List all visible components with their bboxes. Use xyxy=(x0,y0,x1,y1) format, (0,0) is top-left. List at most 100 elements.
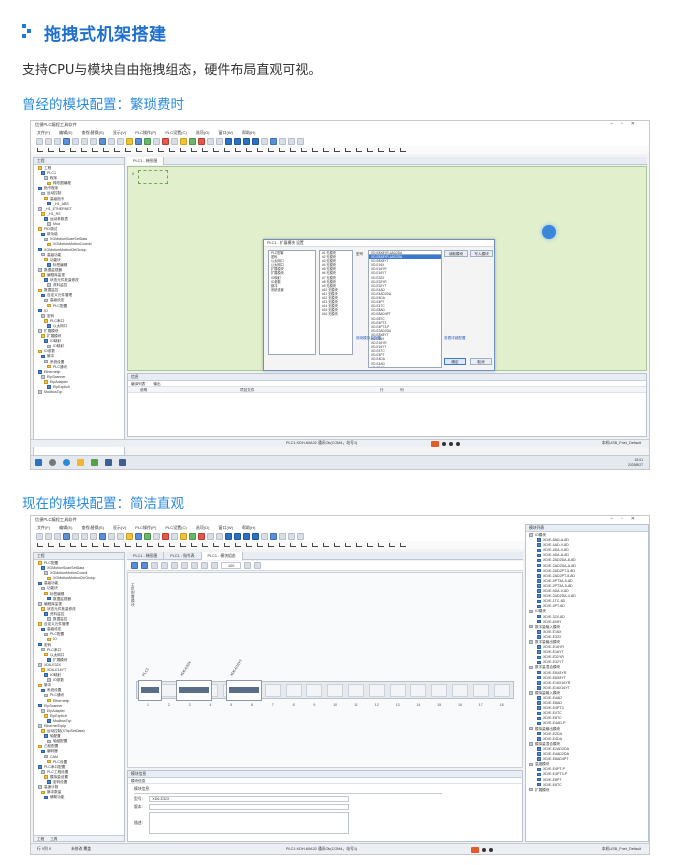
ime-icon[interactable] xyxy=(431,440,439,447)
toolbar-button-icon[interactable] xyxy=(189,137,196,145)
ladder-tool-icon[interactable] xyxy=(125,543,131,547)
ladder-tool-icon[interactable] xyxy=(103,148,109,152)
toolbar-button-icon[interactable] xyxy=(297,532,304,540)
ladder-tool-icon[interactable] xyxy=(147,148,153,152)
ladder-tool-icon[interactable] xyxy=(191,543,197,547)
copy-icon[interactable] xyxy=(151,562,158,569)
project-tree-item[interactable]: ModbusTcp xyxy=(38,390,124,395)
window-controls[interactable]: –▫✕ xyxy=(610,121,643,127)
rack-slot[interactable] xyxy=(452,684,468,697)
toolbar-button-icon[interactable] xyxy=(162,137,169,145)
editor-tab[interactable]: PLC1 - 梯形图 xyxy=(127,552,165,560)
menu-item[interactable]: 文件(F) xyxy=(37,130,50,136)
rack-canvas[interactable]: 主机配置模块 1 2 3 4 5 6 7 8 9 10 11 12 13 14 15 16 17 18 PLC1 X… xyxy=(127,572,523,768)
zoom-in-icon[interactable] xyxy=(201,562,208,569)
toolbar-button-icon[interactable] xyxy=(144,137,151,145)
rack-module[interactable] xyxy=(176,680,212,701)
ladder-tool-icon[interactable] xyxy=(158,543,164,547)
toolbar-button-icon[interactable] xyxy=(279,532,286,540)
ladder-tool-icon[interactable] xyxy=(246,148,252,152)
ladder-tool-icon[interactable] xyxy=(290,148,296,152)
ladder-tool-icon[interactable] xyxy=(345,543,351,547)
toolbar-button-icon[interactable] xyxy=(90,137,97,145)
redo-icon[interactable] xyxy=(191,562,198,569)
ladder-tool-icon[interactable] xyxy=(37,148,43,152)
ladder-tool-icon[interactable] xyxy=(345,148,351,152)
ladder-tool-icon[interactable] xyxy=(367,148,373,152)
toolbar-button-icon[interactable] xyxy=(207,532,214,540)
toolbar-button-icon[interactable] xyxy=(54,532,61,540)
ladder-tool-icon[interactable] xyxy=(257,148,263,152)
rack-slot[interactable] xyxy=(327,684,344,697)
ladder-tool-icon[interactable] xyxy=(180,543,186,547)
toolbar-button-icon[interactable] xyxy=(252,532,259,540)
info-tab[interactable]: 编译列表 xyxy=(131,381,145,386)
ladder-tool-icon[interactable] xyxy=(92,148,98,152)
menu-item[interactable]: 显示(V) xyxy=(113,525,126,531)
toolbar-button-icon[interactable] xyxy=(225,532,232,540)
props-version-field[interactable] xyxy=(149,804,350,810)
toolbar-button-icon[interactable] xyxy=(45,532,52,540)
ladder-tool-icon[interactable] xyxy=(301,543,307,547)
toolbar-button-icon[interactable] xyxy=(117,137,124,145)
ladder-tool-icon[interactable] xyxy=(301,148,307,152)
toolbar-button-icon[interactable] xyxy=(153,137,160,145)
menu-item[interactable]: 窗口(W) xyxy=(219,130,233,136)
toolbar-button-icon[interactable] xyxy=(234,532,241,540)
menu-item[interactable]: PLC设置(C) xyxy=(165,525,186,531)
ladder-tool-icon[interactable] xyxy=(70,148,76,152)
taskbar-app-icon[interactable] xyxy=(105,459,112,466)
toolbar-button-icon[interactable] xyxy=(126,532,133,540)
toolbar-button-icon[interactable] xyxy=(135,532,142,540)
ladder-tool-icon[interactable] xyxy=(202,543,208,547)
toolbar-button-icon[interactable] xyxy=(36,137,43,145)
menu-item[interactable]: 帮助(H) xyxy=(242,525,256,531)
menu-item[interactable]: 选项(O) xyxy=(196,525,210,531)
zoom-out-icon[interactable] xyxy=(211,562,218,569)
ladder-tool-icon[interactable] xyxy=(213,543,219,547)
menu-item[interactable]: PLC设置(C) xyxy=(165,130,186,136)
ladder-tool-icon[interactable] xyxy=(169,543,175,547)
ladder-tool-icon[interactable] xyxy=(312,543,318,547)
delete-icon[interactable] xyxy=(171,562,178,569)
toolbar-button-icon[interactable] xyxy=(198,137,205,145)
toolbar-button-icon[interactable] xyxy=(162,532,169,540)
ladder-tool-icon[interactable] xyxy=(59,543,65,547)
ladder-tool-icon[interactable] xyxy=(356,543,362,547)
ladder-tool-icon[interactable] xyxy=(224,543,230,547)
dialog-slot-list[interactable]: #1 无模块 #2 无模块 #3 无模块 #4 无模块 #5 无模块 #6 无模块 #7 无… xyxy=(319,250,353,355)
ladder-tool-icon[interactable] xyxy=(48,543,54,547)
config-tree-item[interactable]: 系统设置 xyxy=(269,288,315,292)
ladder-tool-icon[interactable] xyxy=(125,148,131,152)
menu-item[interactable]: 文件(F) xyxy=(37,525,50,531)
toolbar-button-icon[interactable] xyxy=(36,532,43,540)
props-model-field[interactable]: XD6-E32X xyxy=(149,796,350,802)
panel-tab[interactable]: 工程 xyxy=(37,836,44,841)
file-explorer-icon[interactable] xyxy=(77,459,84,466)
dialog-cancel-button[interactable]: 取消 xyxy=(470,358,492,365)
rack-slot[interactable] xyxy=(264,684,281,697)
toolbar-button-icon[interactable] xyxy=(243,137,250,145)
ladder-tool-icon[interactable] xyxy=(81,148,87,152)
hand-tool-icon[interactable] xyxy=(141,562,148,569)
ladder-tool-icon[interactable] xyxy=(334,543,340,547)
toolbar-button-icon[interactable] xyxy=(171,532,178,540)
ladder-tool-icon[interactable] xyxy=(246,543,252,547)
ladder-tool-icon[interactable] xyxy=(81,543,87,547)
toolbar-button-icon[interactable] xyxy=(54,137,61,145)
windows-start-icon[interactable] xyxy=(35,459,42,466)
ladder-tool-icon[interactable] xyxy=(114,543,120,547)
toolbar-button-icon[interactable] xyxy=(189,532,196,540)
undo-icon[interactable] xyxy=(181,562,188,569)
toolbar-button-icon[interactable] xyxy=(225,137,232,145)
ladder-tool-icon[interactable] xyxy=(400,543,406,547)
toolbar-button-icon[interactable] xyxy=(153,532,160,540)
toolbar-button-icon[interactable] xyxy=(99,137,106,145)
rack-slot[interactable] xyxy=(493,684,510,697)
toolbar-button-icon[interactable] xyxy=(108,137,115,145)
toolbar-button-icon[interactable] xyxy=(198,532,205,540)
ladder-tool-icon[interactable] xyxy=(389,543,395,547)
plc-app-icon[interactable] xyxy=(91,459,98,466)
toolbar-button-icon[interactable] xyxy=(288,532,295,540)
ladder-tool-icon[interactable] xyxy=(268,543,274,547)
